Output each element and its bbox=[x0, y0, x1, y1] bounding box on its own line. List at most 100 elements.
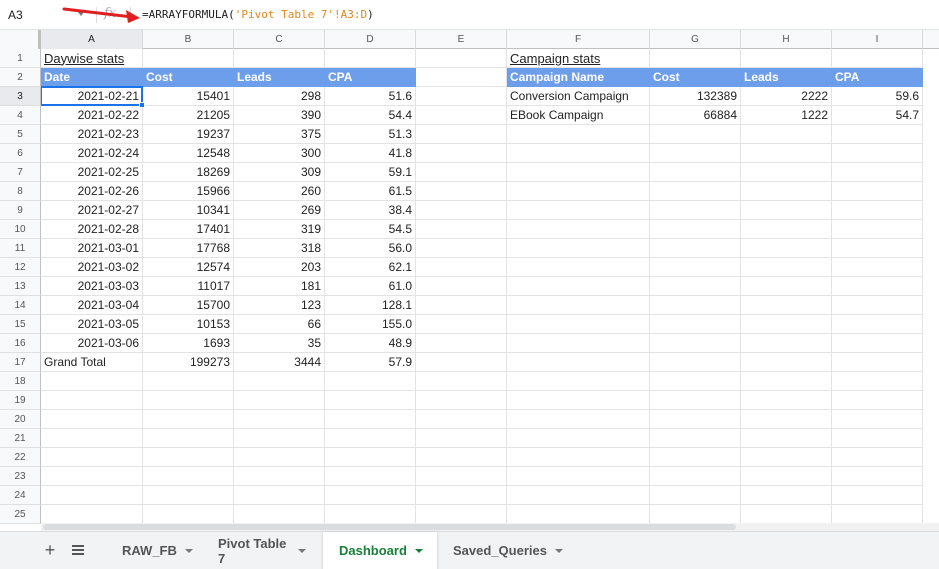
cell[interactable] bbox=[234, 505, 325, 523]
sheet-tab-pivot-table-7[interactable]: Pivot Table 7 bbox=[202, 532, 322, 569]
daywise-cell[interactable]: 35 bbox=[234, 334, 325, 353]
all-sheets-icon[interactable] bbox=[70, 542, 86, 558]
cell[interactable] bbox=[832, 163, 923, 182]
daywise-cell[interactable]: 123 bbox=[234, 296, 325, 315]
row-header-12[interactable]: 12 bbox=[0, 258, 41, 277]
scrollbar-thumb[interactable] bbox=[43, 524, 736, 530]
cell[interactable] bbox=[832, 372, 923, 391]
cell[interactable] bbox=[832, 486, 923, 505]
cell[interactable] bbox=[416, 87, 507, 106]
daywise-cell[interactable]: 54.5 bbox=[325, 220, 416, 239]
cell[interactable] bbox=[832, 448, 923, 467]
column-header-g[interactable]: G bbox=[650, 30, 741, 49]
cell[interactable] bbox=[741, 220, 832, 239]
cell[interactable] bbox=[741, 201, 832, 220]
cell[interactable] bbox=[416, 163, 507, 182]
daywise-cell[interactable]: 2021-03-05 bbox=[41, 315, 143, 334]
row-header-17[interactable]: 17 bbox=[0, 353, 41, 372]
chevron-down-icon[interactable] bbox=[298, 548, 306, 553]
cell[interactable] bbox=[832, 144, 923, 163]
sheet-grid[interactable]: Daywise stats Date Cost Leads CPA 2021-02-21 1… bbox=[41, 49, 939, 523]
cell[interactable] bbox=[416, 372, 507, 391]
cell[interactable] bbox=[416, 220, 507, 239]
cell[interactable] bbox=[325, 448, 416, 467]
daywise-cell[interactable]: 54.4 bbox=[325, 106, 416, 125]
cell[interactable] bbox=[325, 486, 416, 505]
cell[interactable] bbox=[234, 372, 325, 391]
cell[interactable] bbox=[416, 182, 507, 201]
cell[interactable] bbox=[416, 467, 507, 486]
daywise-header-date[interactable]: Date bbox=[41, 68, 143, 87]
cell[interactable] bbox=[507, 372, 650, 391]
cell[interactable] bbox=[507, 144, 650, 163]
column-header-d[interactable]: D bbox=[325, 30, 416, 49]
daywise-cell[interactable]: 17768 bbox=[143, 239, 234, 258]
row-header-4[interactable]: 4 bbox=[0, 106, 41, 125]
cell[interactable] bbox=[741, 505, 832, 523]
cell[interactable] bbox=[507, 258, 650, 277]
cell[interactable] bbox=[416, 106, 507, 125]
fill-handle[interactable] bbox=[139, 102, 145, 108]
cell[interactable] bbox=[416, 49, 507, 68]
cell[interactable] bbox=[832, 182, 923, 201]
cell[interactable] bbox=[416, 296, 507, 315]
daywise-cell[interactable]: 61.0 bbox=[325, 277, 416, 296]
daywise-cell[interactable]: 61.5 bbox=[325, 182, 416, 201]
chevron-down-icon[interactable] bbox=[414, 548, 423, 553]
row-header-3[interactable]: 3 bbox=[0, 87, 41, 106]
cell[interactable] bbox=[416, 410, 507, 429]
daywise-cell[interactable]: 300 bbox=[234, 144, 325, 163]
grand-total-label[interactable]: Grand Total bbox=[41, 353, 143, 372]
daywise-cell[interactable]: 2021-02-24 bbox=[41, 144, 143, 163]
row-header-9[interactable]: 9 bbox=[0, 201, 41, 220]
cell[interactable] bbox=[832, 315, 923, 334]
daywise-cell[interactable]: 48.9 bbox=[325, 334, 416, 353]
daywise-cell[interactable]: 375 bbox=[234, 125, 325, 144]
daywise-header-cost[interactable]: Cost bbox=[143, 68, 234, 87]
cell[interactable] bbox=[741, 182, 832, 201]
campaign-cell[interactable]: Conversion Campaign bbox=[507, 87, 650, 106]
cell[interactable] bbox=[41, 505, 143, 523]
daywise-cell[interactable]: 38.4 bbox=[325, 201, 416, 220]
grand-total-cell[interactable]: 199273 bbox=[143, 353, 234, 372]
cell[interactable] bbox=[234, 391, 325, 410]
sheet-tab-saved-queries[interactable]: Saved_Queries bbox=[437, 532, 571, 569]
daywise-cell[interactable]: 2021-02-21 bbox=[41, 87, 143, 106]
cell[interactable] bbox=[416, 391, 507, 410]
cell[interactable] bbox=[832, 49, 923, 68]
daywise-cell[interactable]: 2021-02-25 bbox=[41, 163, 143, 182]
cell[interactable] bbox=[234, 448, 325, 467]
cell[interactable] bbox=[416, 201, 507, 220]
cell[interactable] bbox=[507, 125, 650, 144]
cell[interactable] bbox=[234, 486, 325, 505]
cell[interactable] bbox=[143, 448, 234, 467]
cell[interactable] bbox=[832, 125, 923, 144]
add-sheet-button[interactable]: + bbox=[42, 540, 58, 560]
cell[interactable] bbox=[507, 448, 650, 467]
campaign-cell[interactable]: EBook Campaign bbox=[507, 106, 650, 125]
cell[interactable] bbox=[741, 277, 832, 296]
cell[interactable] bbox=[143, 505, 234, 523]
daywise-cell[interactable]: 51.3 bbox=[325, 125, 416, 144]
cell[interactable] bbox=[325, 372, 416, 391]
daywise-cell[interactable]: 18269 bbox=[143, 163, 234, 182]
cell[interactable] bbox=[416, 429, 507, 448]
cell[interactable] bbox=[650, 277, 741, 296]
daywise-cell[interactable]: 66 bbox=[234, 315, 325, 334]
sheet-tab-dashboard[interactable]: Dashboard bbox=[323, 532, 437, 569]
row-header-10[interactable]: 10 bbox=[0, 220, 41, 239]
cell[interactable] bbox=[650, 505, 741, 523]
row-header-5[interactable]: 5 bbox=[0, 125, 41, 144]
cell[interactable] bbox=[41, 467, 143, 486]
cell[interactable] bbox=[650, 296, 741, 315]
row-header-7[interactable]: 7 bbox=[0, 163, 41, 182]
cell[interactable] bbox=[507, 201, 650, 220]
cell[interactable] bbox=[832, 296, 923, 315]
cell[interactable] bbox=[507, 315, 650, 334]
cell[interactable] bbox=[741, 391, 832, 410]
cell[interactable] bbox=[41, 410, 143, 429]
daywise-cell[interactable]: 2021-03-02 bbox=[41, 258, 143, 277]
cell[interactable] bbox=[416, 239, 507, 258]
daywise-cell[interactable]: 2021-02-26 bbox=[41, 182, 143, 201]
column-header-e[interactable]: E bbox=[416, 30, 507, 49]
